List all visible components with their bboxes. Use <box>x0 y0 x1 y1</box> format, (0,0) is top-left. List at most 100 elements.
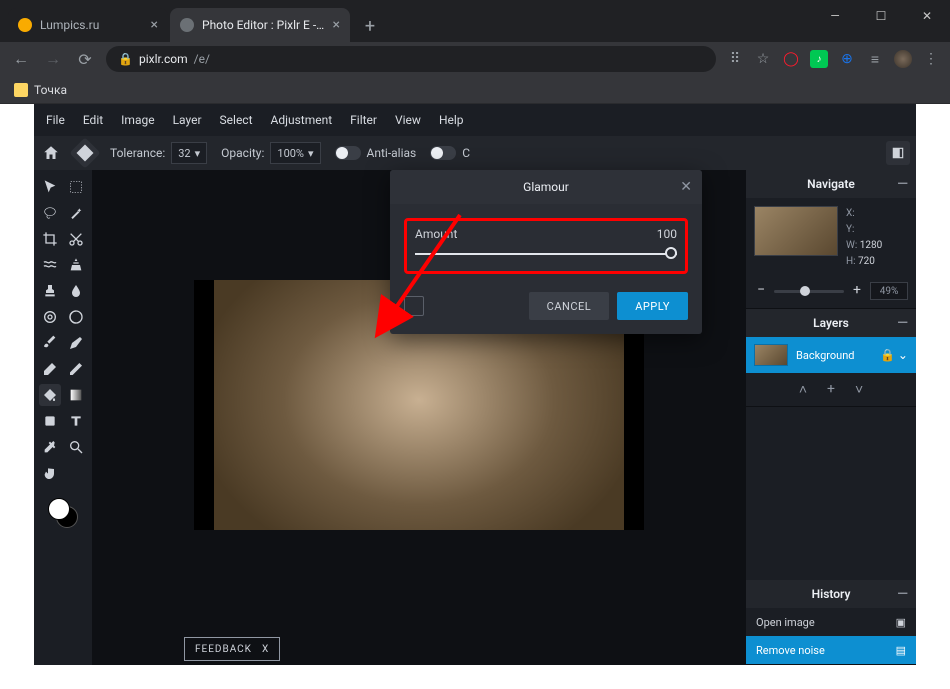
glamour-dialog: Glamour ✕ Amount 100 CANCEL APPLY <box>390 170 702 334</box>
collapse-icon[interactable]: — <box>897 176 908 192</box>
menu-filter[interactable]: Filter <box>350 113 377 127</box>
contiguous-toggle[interactable] <box>430 146 456 160</box>
opacity-select[interactable]: 100%▾ <box>270 142 320 164</box>
pointer-tool[interactable] <box>39 176 61 198</box>
layer-item[interactable]: Background 🔒 ⌄ <box>746 337 916 373</box>
pen-tool[interactable] <box>65 332 87 354</box>
shape-tool[interactable] <box>39 410 61 432</box>
hand-tool[interactable] <box>39 462 61 484</box>
sponge-tool[interactable] <box>65 306 87 328</box>
opacity-label: Opacity: <box>221 146 264 160</box>
new-tab-button[interactable]: + <box>356 12 384 40</box>
translate-icon[interactable]: ⠿ <box>726 50 744 68</box>
navigator-thumbnail[interactable] <box>754 206 838 256</box>
dialog-close-icon[interactable]: ✕ <box>680 179 692 195</box>
color-swatch[interactable] <box>48 498 78 528</box>
star-icon[interactable]: ☆ <box>754 50 772 68</box>
marquee-tool[interactable] <box>65 176 87 198</box>
collapse-icon[interactable]: — <box>897 586 908 602</box>
chevron-down-icon: ▾ <box>308 147 314 160</box>
menu-file[interactable]: File <box>46 113 65 127</box>
history-item[interactable]: Remove noise ▤ <box>746 636 916 664</box>
ext-green-icon[interactable]: ♪ <box>810 50 828 68</box>
ext-opera-icon[interactable]: ◯ <box>782 50 800 68</box>
lasso-tool[interactable] <box>39 202 61 224</box>
reload-button[interactable]: ⟳ <box>74 50 96 69</box>
layer-add-icon[interactable]: + <box>827 381 835 398</box>
crop-tool[interactable] <box>39 228 61 250</box>
history-item[interactable]: Open image ▣ <box>746 608 916 636</box>
feedback-close-icon[interactable]: X <box>262 644 269 655</box>
feedback-button[interactable]: FEEDBACK X <box>184 637 280 661</box>
antialias-toggle[interactable] <box>335 146 361 160</box>
brush-tool[interactable] <box>39 332 61 354</box>
pencil-tool[interactable] <box>65 358 87 380</box>
eraser-tool[interactable] <box>39 358 61 380</box>
stamp-tool[interactable] <box>39 280 61 302</box>
bookmarks-bar: Точка <box>0 76 950 104</box>
bookmark-folder-icon <box>14 83 28 97</box>
close-window-button[interactable]: ✕ <box>904 0 950 32</box>
fill-tool[interactable] <box>39 384 61 406</box>
layer-down-icon[interactable]: ˅ <box>855 381 863 398</box>
ext-globe-icon[interactable]: ⊕ <box>838 50 856 68</box>
forward-button[interactable]: → <box>42 49 64 69</box>
kebab-menu-icon[interactable]: ⋮ <box>922 50 940 68</box>
tab-pixlr[interactable]: Photo Editor : Pixlr E - free image… × <box>170 8 350 42</box>
back-button[interactable]: ← <box>10 49 32 69</box>
amount-slider[interactable] <box>415 247 677 261</box>
dialog-title: Glamour <box>523 180 569 194</box>
home-icon[interactable] <box>42 144 60 162</box>
heal-tool[interactable] <box>39 306 61 328</box>
url-host: pixlr.com <box>139 52 188 66</box>
bookmark-item[interactable]: Точка <box>34 83 67 97</box>
menu-select[interactable]: Select <box>220 113 253 127</box>
menu-image[interactable]: Image <box>121 113 154 127</box>
eyedropper-tool[interactable] <box>39 436 61 458</box>
menu-view[interactable]: View <box>395 113 421 127</box>
zoom-tool[interactable] <box>65 436 87 458</box>
zoom-slider[interactable] <box>774 290 844 293</box>
zoom-value[interactable]: 49% <box>870 282 908 300</box>
panel-title: Layers <box>813 316 849 330</box>
menu-adjustment[interactable]: Adjustment <box>271 113 333 127</box>
liquify-tool[interactable] <box>39 254 61 276</box>
history-label: Open image <box>756 616 815 629</box>
maximize-button[interactable]: ☐ <box>858 0 904 32</box>
app-menubar: File Edit Image Layer Select Adjustment … <box>34 104 916 136</box>
profile-avatar[interactable] <box>894 50 912 68</box>
cut-tool[interactable] <box>65 228 87 250</box>
clone-tool[interactable] <box>65 254 87 276</box>
zoom-out-button[interactable]: − <box>754 284 768 298</box>
tab-title: Photo Editor : Pixlr E - free image… <box>202 18 325 32</box>
layer-up-icon[interactable]: ˄ <box>799 381 807 398</box>
apply-button[interactable]: APPLY <box>617 292 688 320</box>
antialias-label: Anti-alias <box>367 146 417 160</box>
collapse-icon[interactable]: — <box>897 315 908 331</box>
tab-lumpics[interactable]: Lumpics.ru × <box>8 8 168 42</box>
toggle-rightpanel-button[interactable] <box>886 141 910 165</box>
contiguous-label: C <box>462 146 470 160</box>
zoom-in-button[interactable]: + <box>850 284 864 298</box>
gradient-tool[interactable] <box>65 384 87 406</box>
amount-value: 100 <box>657 227 677 241</box>
tab-close-icon[interactable]: × <box>333 18 340 32</box>
tolerance-select[interactable]: 32▾ <box>171 142 207 164</box>
wand-tool[interactable] <box>65 202 87 224</box>
panel-title: Navigate <box>807 177 855 191</box>
annotation-highlight: Amount 100 <box>404 218 688 274</box>
ext-list-icon[interactable]: ≡ <box>866 50 884 68</box>
menu-edit[interactable]: Edit <box>83 113 103 127</box>
menu-help[interactable]: Help <box>439 113 464 127</box>
blur-tool[interactable] <box>65 280 87 302</box>
compare-toggle-icon[interactable] <box>404 296 424 316</box>
cancel-button[interactable]: CANCEL <box>529 292 610 320</box>
tab-close-icon[interactable]: × <box>151 18 158 32</box>
url-field[interactable]: 🔒 pixlr.com/e/ <box>106 46 716 72</box>
text-tool[interactable] <box>65 410 87 432</box>
minimize-button[interactable]: — <box>812 0 858 32</box>
layers-panel: Layers — Background 🔒 ⌄ ˄ + ˅ <box>746 309 916 407</box>
layer-lock-icon[interactable]: 🔒 ⌄ <box>880 348 908 362</box>
slider-thumb-icon[interactable] <box>665 247 677 259</box>
menu-layer[interactable]: Layer <box>173 113 202 127</box>
